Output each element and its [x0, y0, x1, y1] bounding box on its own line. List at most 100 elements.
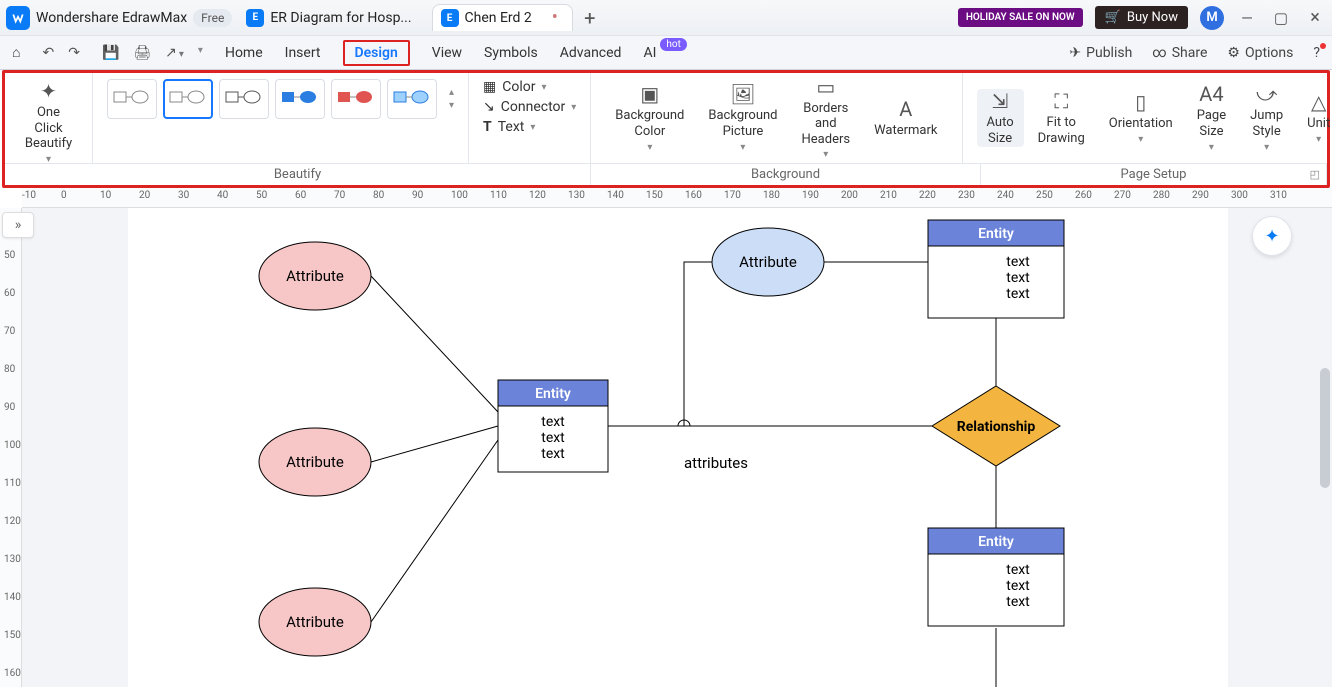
maximize-button[interactable]: ▢ [1270, 9, 1292, 27]
save-button[interactable]: 💾 [102, 45, 119, 61]
background-picture-button[interactable]: 🖼Background Picture▾ [698, 82, 787, 153]
menu-symbols[interactable]: Symbols [484, 45, 538, 61]
svg-text:text: text [1006, 270, 1030, 286]
hot-badge: hot [660, 38, 686, 51]
attributes-label: attributes [684, 454, 748, 472]
document-tab-2[interactable]: E Chen Erd 2 • [432, 4, 573, 31]
attribute-1[interactable]: Attribute [286, 267, 344, 285]
horizontal-ruler: -100102030405060708090100110120130140150… [22, 188, 1332, 208]
cart-icon: 🛒 [1105, 10, 1121, 25]
ai-fab-button[interactable]: ✦ [1252, 216, 1292, 256]
svg-text:Entity: Entity [978, 534, 1014, 550]
style-gallery: ▴▾ [107, 79, 454, 119]
tab-modified-close-icon[interactable]: • [552, 11, 558, 25]
er-diagram: Attribute Attribute Attribute Entity tex… [128, 208, 1228, 687]
svg-text:text: text [1006, 286, 1030, 302]
borders-icon: ▭ [816, 75, 835, 99]
holiday-sale-button[interactable]: HOLIDAY SALE ON NOW [958, 8, 1083, 27]
svg-text:text: text [541, 446, 565, 462]
unit-icon: △ [1311, 90, 1326, 114]
attribute-2[interactable]: Attribute [286, 453, 344, 471]
tab-label: Chen Erd 2 [465, 10, 532, 26]
expand-pagesetup-icon[interactable]: ◰ [1310, 168, 1320, 181]
qat-more[interactable]: ▾ [198, 45, 203, 61]
doc-icon: E [441, 9, 459, 27]
pagesize-icon: A4 [1199, 82, 1223, 106]
watermark-button[interactable]: AWatermark [864, 97, 947, 139]
tab-label: ER Diagram for Hosp... [270, 10, 411, 26]
unit-button[interactable]: △Unit▾ [1297, 90, 1332, 146]
bgcolor-icon: ▣ [640, 82, 659, 106]
buy-now-button[interactable]: 🛒 Buy Now [1095, 6, 1188, 29]
help-button[interactable]: ? [1313, 45, 1320, 61]
user-avatar[interactable]: M [1200, 6, 1224, 30]
jump-style-button[interactable]: ⤻Jump Style▾ [1240, 82, 1293, 153]
jump-icon: ⤻ [1256, 82, 1277, 106]
free-badge: Free [193, 9, 232, 27]
style-6[interactable] [387, 79, 437, 119]
share-button[interactable]: ∞Share [1152, 45, 1207, 61]
work-area: -100102030405060708090100110120130140150… [0, 188, 1332, 687]
style-4[interactable] [275, 79, 325, 119]
svg-text:text: text [541, 414, 565, 430]
palette-icon: ▦ [483, 79, 496, 95]
group-beautify: Beautify [5, 163, 591, 185]
entity-topright[interactable]: Entity text text text [928, 220, 1064, 318]
menu-home[interactable]: Home [225, 45, 263, 61]
publish-button[interactable]: ✈Publish [1069, 45, 1132, 61]
undo-button[interactable]: ↶ [42, 45, 54, 61]
page-size-button[interactable]: A4Page Size▾ [1187, 82, 1236, 153]
svg-text:Entity: Entity [535, 386, 571, 402]
new-tab-button[interactable]: + [579, 7, 601, 29]
menu-insert[interactable]: Insert [285, 45, 321, 61]
one-click-beautify-button[interactable]: ✦ One Click Beautify ▾ [19, 79, 78, 166]
menu-view[interactable]: View [432, 45, 462, 61]
style-5[interactable] [331, 79, 381, 119]
style-1[interactable] [107, 79, 157, 119]
document-tab-1[interactable]: E ER Diagram for Hosp... [238, 5, 425, 31]
text-dropdown[interactable]: TText▾ [483, 119, 576, 135]
title-tab-bar: Wondershare EdrawMax Free E ER Diagram f… [0, 0, 1332, 36]
options-button[interactable]: ⚙Options [1227, 45, 1293, 61]
close-button[interactable]: × [1304, 7, 1326, 28]
menu-ai[interactable]: AI [643, 45, 656, 61]
entity-bottomright[interactable]: Entity text text text [928, 528, 1064, 626]
menu-bar: ⌂ ↶ ↷ 💾 🖨 ↗ ▾ Home Insert Design View Sy… [0, 36, 1332, 70]
svg-text:Relationship: Relationship [957, 419, 1036, 435]
svg-text:text: text [1006, 594, 1030, 610]
vertical-scrollbar[interactable] [1320, 368, 1330, 488]
gallery-scroll[interactable]: ▴▾ [449, 87, 454, 111]
minimize-button[interactable]: — [1236, 9, 1258, 27]
ribbon-group-labels: Beautify Background Page Setup◰ [5, 163, 1327, 185]
menu-advanced[interactable]: Advanced [560, 45, 622, 61]
background-color-button[interactable]: ▣Background Color▾ [605, 82, 694, 153]
home-icon[interactable]: ⌂ [12, 44, 20, 61]
bgpic-icon: 🖼 [730, 82, 755, 106]
gear-icon: ⚙ [1227, 45, 1240, 61]
attribute-top[interactable]: Attribute [739, 253, 797, 271]
auto-size-button[interactable]: ⇲Auto Size [977, 89, 1024, 146]
watermark-icon: A [899, 97, 912, 121]
entity-center[interactable]: Entity text text text [498, 380, 608, 472]
redo-button[interactable]: ↷ [68, 45, 80, 61]
borders-headers-button[interactable]: ▭Borders and Headers▾ [792, 75, 861, 162]
share-icon: ∞ [1152, 45, 1166, 61]
orientation-button[interactable]: ▯Orientation▾ [1099, 90, 1183, 146]
relationship-diamond[interactable]: Relationship [932, 386, 1060, 466]
design-ribbon-highlighted: ✦ One Click Beautify ▾ ▴▾ ▦Color▾ ↘Conne… [2, 70, 1330, 188]
canvas[interactable]: Attribute Attribute Attribute Entity tex… [22, 208, 1332, 687]
fit-to-drawing-button[interactable]: ⛶Fit to Drawing [1028, 89, 1095, 146]
attribute-3[interactable]: Attribute [286, 613, 344, 631]
design-ribbon: ✦ One Click Beautify ▾ ▴▾ ▦Color▾ ↘Conne… [5, 73, 1327, 163]
collapse-panel-button[interactable]: » [2, 212, 34, 238]
page[interactable]: Attribute Attribute Attribute Entity tex… [128, 208, 1228, 687]
style-2-selected[interactable] [163, 79, 213, 119]
fit-icon: ⛶ [1054, 89, 1068, 113]
style-3[interactable] [219, 79, 269, 119]
export-button[interactable]: ↗ [165, 45, 184, 61]
menu-design[interactable]: Design [343, 40, 410, 66]
connector-dropdown[interactable]: ↘Connector▾ [483, 99, 576, 115]
svg-text:text: text [1006, 562, 1030, 578]
color-dropdown[interactable]: ▦Color▾ [483, 79, 576, 95]
print-button[interactable]: 🖨 [133, 45, 151, 61]
